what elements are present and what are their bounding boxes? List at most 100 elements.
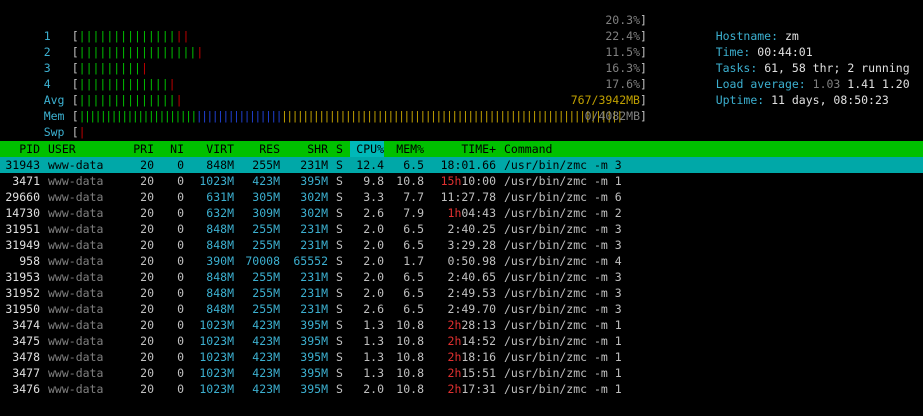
process-ni: 0 xyxy=(177,174,184,188)
column-command[interactable]: Command xyxy=(504,141,552,157)
column-pri[interactable]: PRI xyxy=(118,141,154,157)
process-user: www-data xyxy=(48,302,104,316)
process-cmd: /usr/bin/zmc -m 3 xyxy=(504,286,622,300)
column-cpu-sorted[interactable]: CPU% xyxy=(350,141,384,157)
process-row[interactable]: 3475 www-data 20 0 1023M 423M 395M S 1.3 10.8 2h14… xyxy=(0,333,923,349)
process-shr: 395M xyxy=(300,350,328,364)
process-cmd: /usr/bin/zmc -m 1 xyxy=(504,318,622,332)
process-cmd: /usr/bin/zmc -m 1 xyxy=(504,174,622,188)
column-shr[interactable]: SHR xyxy=(286,141,328,157)
process-ni: 0 xyxy=(177,158,184,172)
process-row[interactable]: 958 www-data 20 0 390M 70008 65552 S 2.0 1.7 0:50.… xyxy=(0,253,923,269)
process-pri: 20 xyxy=(140,206,154,220)
process-time-value: 14:52 xyxy=(461,334,496,348)
process-pri: 20 xyxy=(140,318,154,332)
process-pid: 3471 xyxy=(12,174,40,188)
process-st: S xyxy=(336,334,343,348)
process-res: 255M xyxy=(252,238,280,252)
process-row-selected[interactable]: 31943 www-data 20 0 848M 255M 231M S 12.4 6.5 18:0… xyxy=(0,157,923,173)
process-row[interactable]: 31951 www-data 20 0 848M 255M 231M S 2.0 6.5 2:40.… xyxy=(0,221,923,237)
process-time: 2h18:16 xyxy=(430,349,496,365)
process-cpu: 2.0 xyxy=(363,382,384,396)
process-cpu: 3.3 xyxy=(363,190,384,204)
cpu-meter-3: 3 [|||||||||| xyxy=(0,44,148,75)
process-time: 2:40.65 xyxy=(430,269,496,285)
process-time-value: 2:49.70 xyxy=(447,302,496,316)
process-st: S xyxy=(336,270,343,284)
column-pid[interactable]: PID xyxy=(0,141,40,157)
column-res[interactable]: RES xyxy=(238,141,280,157)
process-shr: 395M xyxy=(300,334,328,348)
process-cpu: 1.3 xyxy=(363,366,384,380)
process-row[interactable]: 14730 www-data 20 0 632M 309M 302M S 2.6 7.9 1h04:… xyxy=(0,205,923,221)
process-shr: 395M xyxy=(300,318,328,332)
column-virt[interactable]: VIRT xyxy=(188,141,234,157)
process-row[interactable]: 3471 www-data 20 0 1023M 423M 395M S 9.8 10.8 15h1… xyxy=(0,173,923,189)
process-user: www-data xyxy=(48,238,104,252)
process-pid: 958 xyxy=(19,254,40,268)
process-shr: 302M xyxy=(300,190,328,204)
process-mem: 10.8 xyxy=(396,350,424,364)
tasks-line: Tasks: 61, 58 thr; 2 running xyxy=(715,61,910,75)
process-res: 309M xyxy=(252,206,280,220)
process-cmd: /usr/bin/zmc -m 1 xyxy=(504,334,622,348)
process-virt: 848M xyxy=(206,222,234,236)
process-row[interactable]: 3474 www-data 20 0 1023M 423M 395M S 1.3 10.8 2h28… xyxy=(0,317,923,333)
process-row[interactable]: 31953 www-data 20 0 848M 255M 231M S 2.0 6.5 2:40.… xyxy=(0,269,923,285)
column-mem[interactable]: MEM% xyxy=(390,141,424,157)
process-time: 2h15:51 xyxy=(430,365,496,381)
process-shr: 395M xyxy=(300,174,328,188)
process-row[interactable]: 29660 www-data 20 0 631M 305M 302M S 3.3 7.7 11:27… xyxy=(0,189,923,205)
process-ni: 0 xyxy=(177,254,184,268)
process-row[interactable]: 31950 www-data 20 0 848M 255M 231M S 2.6 6.5 2:49.… xyxy=(0,301,923,317)
process-pid: 3474 xyxy=(12,318,40,332)
process-user: www-data xyxy=(48,318,104,332)
process-cpu: 2.6 xyxy=(363,206,384,220)
column-time[interactable]: TIME+ xyxy=(430,141,496,157)
process-st: S xyxy=(336,158,343,172)
process-virt: 848M xyxy=(206,270,234,284)
process-row[interactable]: 3477 www-data 20 0 1023M 423M 395M S 1.3 10.8 2h15… xyxy=(0,365,923,381)
process-cpu: 2.0 xyxy=(363,270,384,284)
process-time-hours: 2h xyxy=(447,334,462,348)
process-pid: 31949 xyxy=(5,238,40,252)
process-ni: 0 xyxy=(177,334,184,348)
process-pid: 31952 xyxy=(5,286,40,300)
process-time-value: 2:40.25 xyxy=(447,222,496,236)
process-time-value: 0:50.98 xyxy=(447,254,496,268)
process-shr: 231M xyxy=(300,270,328,284)
process-row[interactable]: 31949 www-data 20 0 848M 255M 231M S 2.0 6.5 3:29.… xyxy=(0,237,923,253)
process-st: S xyxy=(336,222,343,236)
process-res: 423M xyxy=(252,174,280,188)
process-ni: 0 xyxy=(177,350,184,364)
process-ni: 0 xyxy=(177,302,184,316)
process-pri: 20 xyxy=(140,222,154,236)
process-pri: 20 xyxy=(140,286,154,300)
process-pid: 31943 xyxy=(5,158,40,172)
process-st: S xyxy=(336,190,343,204)
process-cpu: 9.8 xyxy=(363,174,384,188)
process-row[interactable]: 3476 www-data 20 0 1023M 423M 395M S 2.0 10.8 2h17… xyxy=(0,381,923,397)
process-time-hours: 15h xyxy=(440,174,462,188)
process-row[interactable]: 31952 www-data 20 0 848M 255M 231M S 2.0 6.5 2:49.… xyxy=(0,285,923,301)
process-row[interactable]: 3478 www-data 20 0 1023M 423M 395M S 1.3 10.8 2h18… xyxy=(0,349,923,365)
process-pri: 20 xyxy=(140,334,154,348)
column-user[interactable]: USER xyxy=(48,141,76,157)
column-state[interactable]: S xyxy=(336,141,346,157)
process-pid: 31953 xyxy=(5,270,40,284)
process-mem: 10.8 xyxy=(396,174,424,188)
process-virt: 1023M xyxy=(199,318,234,332)
process-st: S xyxy=(336,174,343,188)
process-time: 1h04:43 xyxy=(430,205,496,221)
process-virt: 848M xyxy=(206,158,234,172)
process-virt: 390M xyxy=(206,254,234,268)
process-time: 2:49.70 xyxy=(430,301,496,317)
column-ni[interactable]: NI xyxy=(160,141,184,157)
process-user: www-data xyxy=(48,222,104,236)
process-virt: 848M xyxy=(206,238,234,252)
process-time: 2h14:52 xyxy=(430,333,496,349)
process-virt: 631M xyxy=(206,190,234,204)
cpu-meter-percent: 20.3% xyxy=(605,13,640,27)
process-shr: 231M xyxy=(300,302,328,316)
swap-bar-used: | xyxy=(78,125,86,139)
